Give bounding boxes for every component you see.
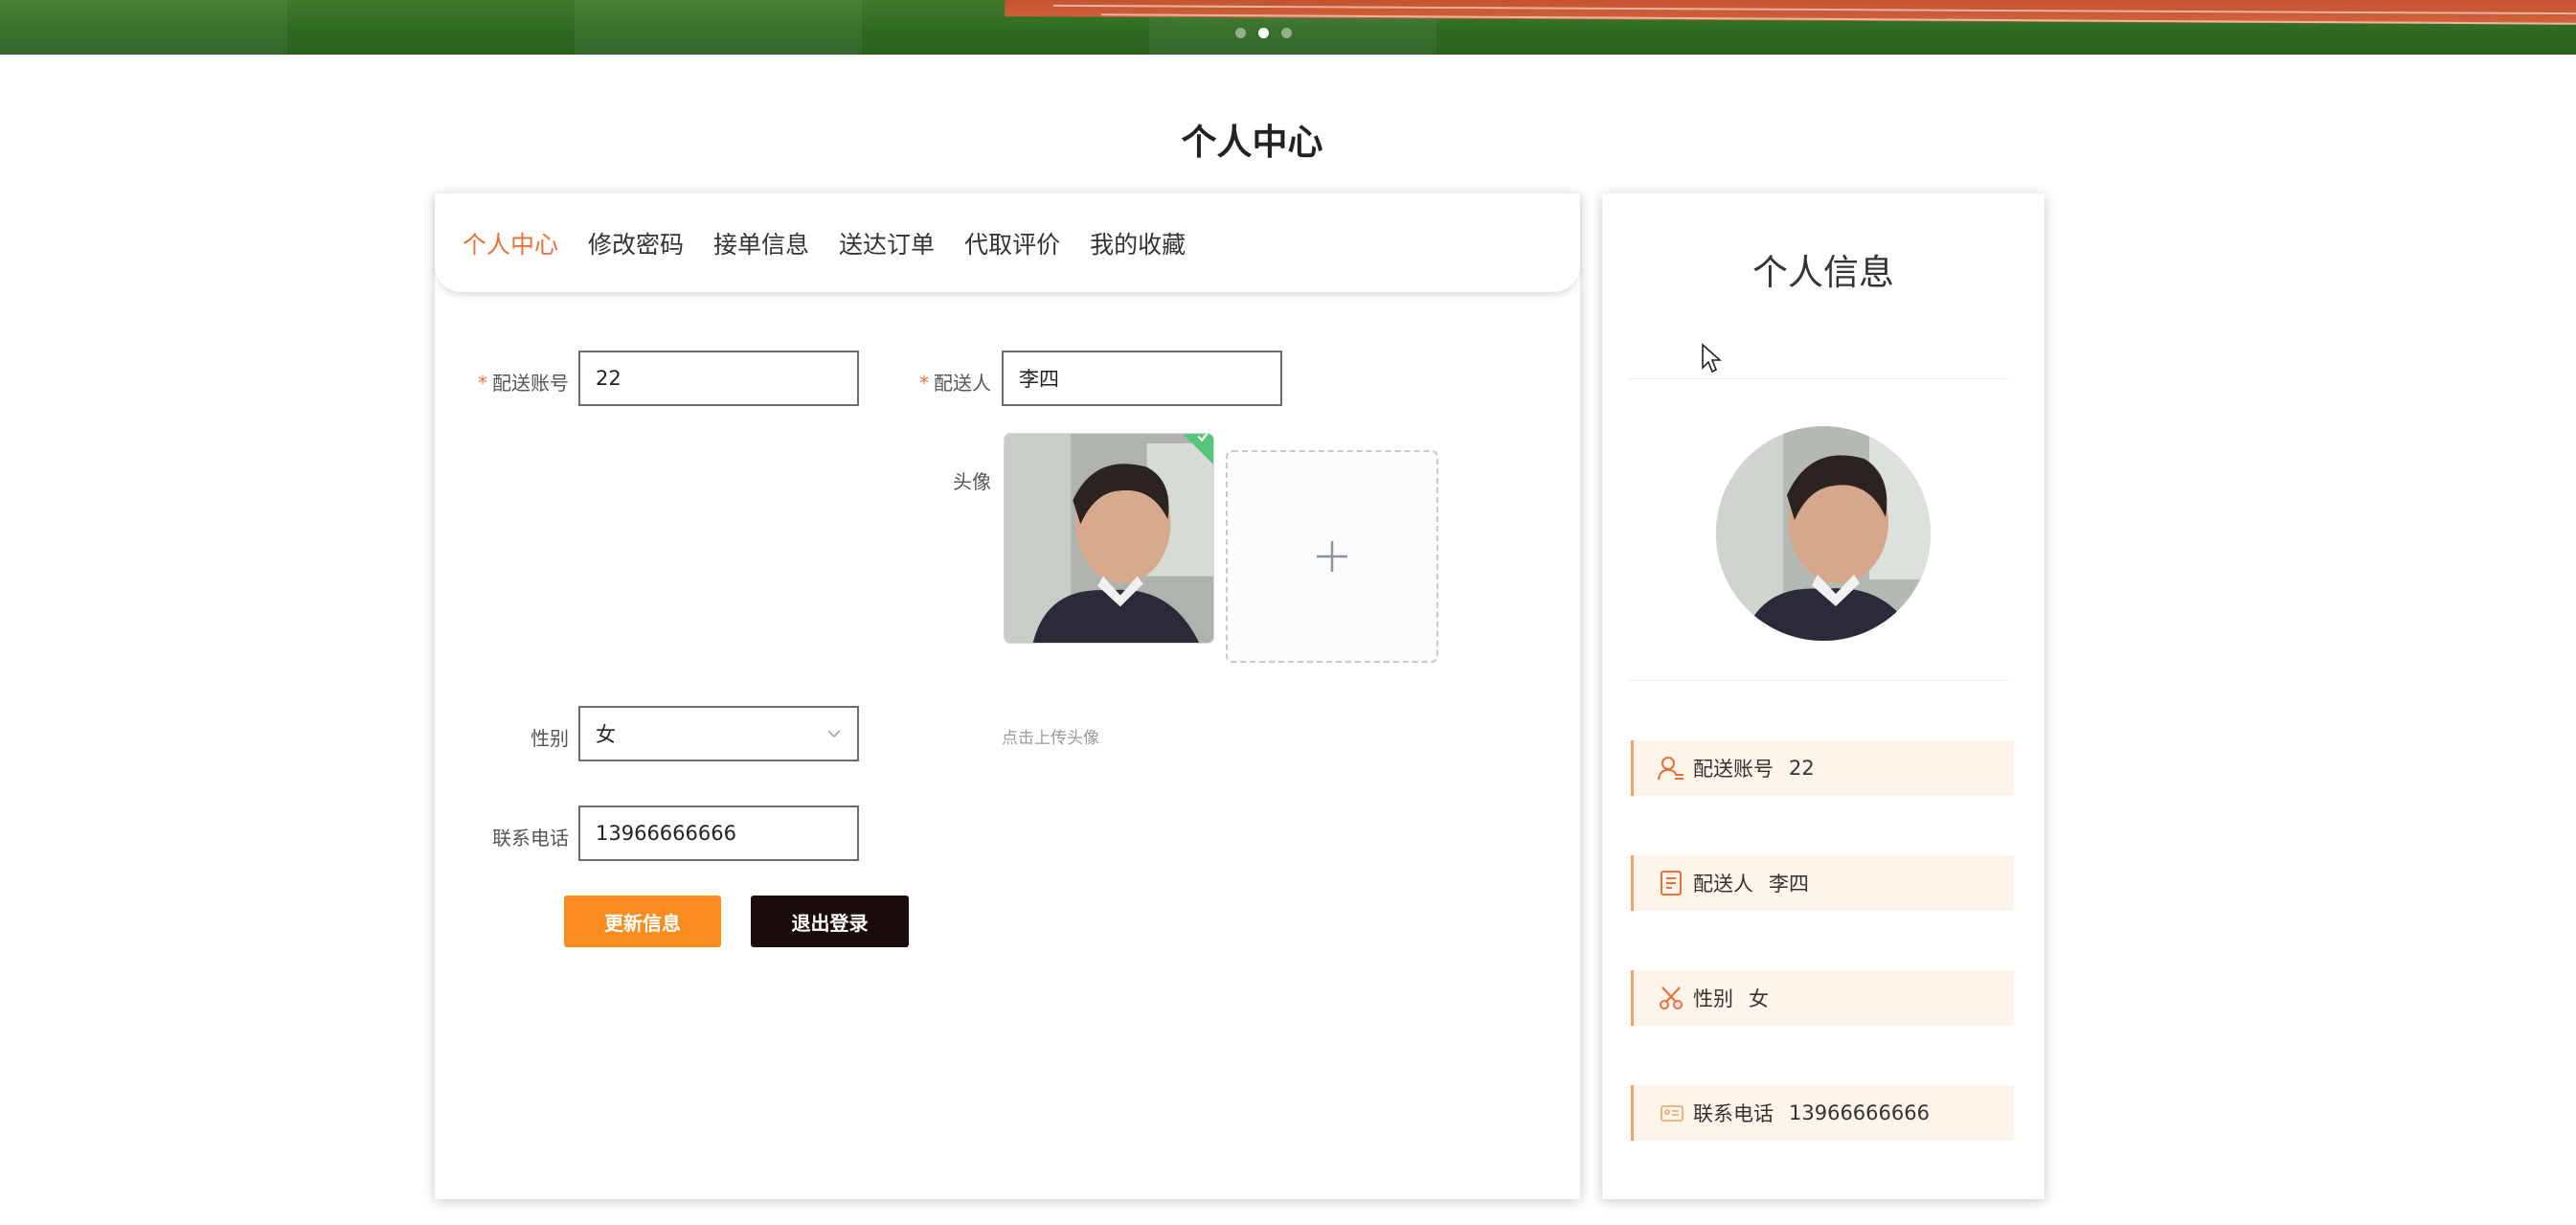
banner-carousel — [0, 0, 2576, 55]
avatar-label: 头像 — [953, 470, 991, 493]
scissors-icon — [1657, 984, 1685, 1012]
profile-form-panel: 个人中心 修改密码 接单信息 送达订单 代取评价 我的收藏 *配送账号 *配送人… — [435, 193, 1580, 1199]
update-info-button[interactable]: 更新信息 — [564, 896, 721, 947]
logout-button[interactable]: 退出登录 — [751, 896, 909, 947]
info-row-account: 配送账号 22 — [1631, 740, 2014, 796]
gender-selected-value: 女 — [596, 723, 616, 746]
page-title: 个人中心 — [1181, 122, 1323, 163]
tab-change-password[interactable]: 修改密码 — [588, 226, 684, 261]
divider — [1629, 680, 2008, 681]
phone-label: 联系电话 — [492, 827, 569, 850]
courier-label: * 配送人 — [919, 372, 991, 395]
avatar-upload-button[interactable] — [1226, 450, 1438, 663]
document-icon — [1657, 869, 1685, 897]
mouse-cursor-icon — [1702, 343, 1722, 374]
phone-input[interactable] — [578, 805, 859, 861]
carousel-dot-active[interactable] — [1258, 28, 1269, 38]
tab-order-info[interactable]: 接单信息 — [713, 226, 809, 261]
info-row-courier: 配送人 李四 — [1631, 855, 2014, 911]
carousel-dot[interactable] — [1235, 28, 1246, 38]
profile-info-panel: 个人信息 配送账号 22 配送人 李四 性别 女 联系电话 1396666666… — [1602, 193, 2045, 1199]
account-input[interactable] — [578, 351, 859, 406]
chevron-down-icon — [827, 730, 841, 738]
divider — [1629, 378, 2008, 379]
carousel-dots — [1235, 28, 1292, 38]
profile-info-title: 个人信息 — [1752, 252, 1894, 293]
courier-input[interactable] — [1002, 351, 1282, 406]
info-row-gender: 性别 女 — [1631, 970, 2014, 1026]
tab-personal-center[interactable]: 个人中心 — [463, 226, 558, 261]
tab-bar: 个人中心 修改密码 接单信息 送达订单 代取评价 我的收藏 — [435, 193, 1580, 292]
carousel-dot[interactable] — [1281, 28, 1292, 38]
required-mark: * — [919, 372, 929, 395]
user-id-icon — [1657, 754, 1685, 783]
info-row-phone: 联系电话 13966666666 — [1631, 1085, 2014, 1141]
tab-delivered-orders[interactable]: 送达订单 — [839, 226, 935, 261]
plus-icon — [1317, 541, 1347, 572]
upload-hint: 点击上传头像 — [1002, 729, 1099, 748]
id-card-icon — [1657, 1099, 1685, 1127]
account-label: * 配送账号 — [478, 372, 569, 395]
gender-label: 性别 — [531, 727, 569, 750]
profile-avatar — [1716, 426, 1931, 641]
gender-select[interactable]: 女 — [578, 706, 859, 761]
tab-my-favorites[interactable]: 我的收藏 — [1090, 226, 1186, 261]
required-mark: * — [478, 372, 487, 395]
uploaded-avatar[interactable] — [1004, 433, 1214, 644]
tab-pickup-reviews[interactable]: 代取评价 — [964, 226, 1060, 261]
